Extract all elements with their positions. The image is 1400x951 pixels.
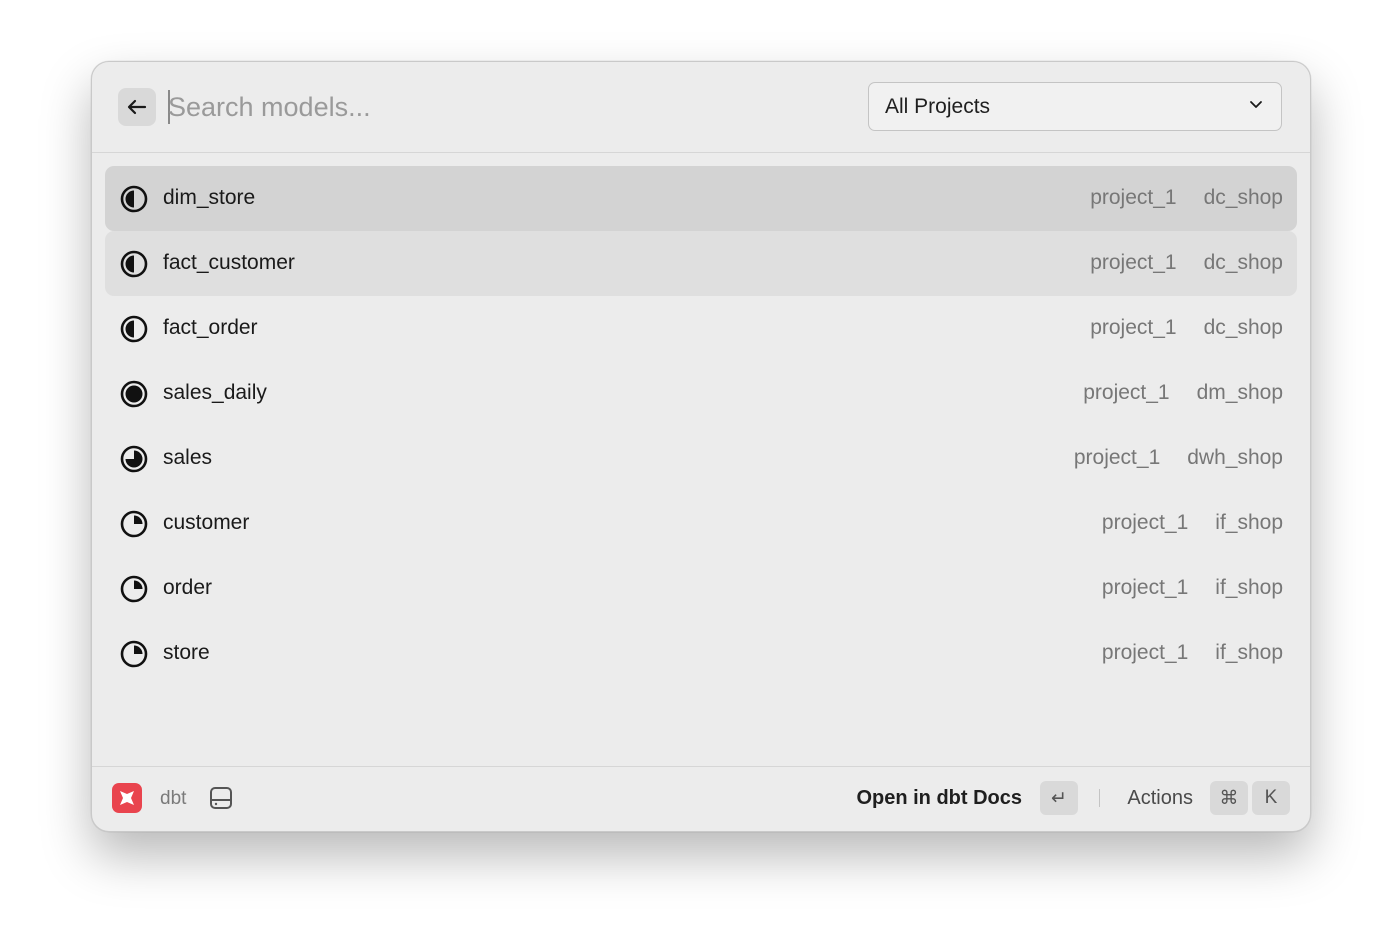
model-row[interactable]: fact_customer project_1 dc_shop	[105, 231, 1297, 296]
model-row[interactable]: sales_daily project_1 dm_shop	[105, 361, 1297, 426]
model-project: project_1	[1090, 316, 1177, 339]
model-project: project_1	[1090, 186, 1177, 209]
model-schema: dm_shop	[1196, 381, 1283, 404]
command-palette-window: All Projects dim_storeproject_1dc_shopfa…	[91, 61, 1311, 832]
model-schema: if_shop	[1215, 511, 1283, 534]
cmd-key-hint: ⌘	[1210, 781, 1248, 815]
model-meta: project_1 if_shop	[1102, 576, 1283, 600]
full-circle-icon	[120, 380, 148, 408]
model-meta: project_1 dwh_shop	[1074, 446, 1283, 470]
model-schema: dwh_shop	[1187, 446, 1283, 469]
extension-name: dbt	[160, 788, 187, 809]
model-row[interactable]: fact_order project_1 dc_shop	[105, 296, 1297, 361]
model-meta: project_1 dc_shop	[1090, 186, 1283, 210]
model-schema: dc_shop	[1203, 186, 1283, 209]
project-filter-dropdown[interactable]: All Projects	[868, 82, 1282, 131]
back-button[interactable]	[118, 88, 156, 126]
model-row[interactable]: sales project_1 dwh_shop	[105, 426, 1297, 491]
enter-key-hint: ↵	[1040, 781, 1078, 815]
model-meta: project_1 if_shop	[1102, 511, 1283, 535]
k-key-hint: K	[1252, 781, 1290, 815]
model-row[interactable]: order project_1 if_shop	[105, 556, 1297, 621]
project-filter-value: All Projects	[885, 95, 991, 118]
footer-separator	[1099, 789, 1100, 807]
model-meta: project_1 dc_shop	[1090, 316, 1283, 340]
three-quarter-circle-icon	[120, 445, 148, 473]
model-schema: dc_shop	[1203, 251, 1283, 274]
model-project: project_1	[1090, 251, 1177, 274]
model-project: project_1	[1073, 446, 1161, 469]
model-schema: dc_shop	[1203, 316, 1283, 339]
search-input[interactable]	[168, 86, 768, 128]
model-name: store	[163, 641, 210, 664]
half-circle-icon	[120, 185, 148, 213]
search-header: All Projects	[92, 62, 1310, 153]
half-circle-icon	[120, 250, 148, 278]
half-circle-icon	[120, 315, 148, 343]
model-project: project_1	[1101, 641, 1189, 664]
quarter-circle-icon	[120, 640, 148, 668]
model-name: sales	[163, 446, 213, 469]
chevron-down-icon	[1250, 101, 1262, 108]
model-schema: if_shop	[1215, 641, 1283, 664]
model-meta: project_1 dc_shop	[1090, 251, 1283, 275]
model-name: sales_daily	[163, 381, 267, 404]
model-name: dim_store	[163, 186, 256, 209]
model-project: project_1	[1083, 381, 1170, 404]
model-project: project_1	[1101, 511, 1189, 534]
model-schema: if_shop	[1215, 576, 1283, 599]
model-name: fact_customer	[163, 251, 295, 274]
dbt-logo	[112, 783, 142, 813]
model-name: order	[163, 576, 213, 599]
model-meta: project_1 dm_shop	[1083, 381, 1283, 405]
model-row[interactable]: store project_1 if_shop	[105, 621, 1297, 686]
action-bar: dbt Open in dbt Docs ↵ Actions ⌘ K	[92, 766, 1310, 831]
quarter-circle-icon	[120, 510, 148, 538]
model-name: fact_order	[163, 316, 258, 339]
model-row[interactable]: customer project_1 if_shop	[105, 491, 1297, 556]
dbt-logo-icon	[120, 791, 134, 805]
open-in-dbt-docs-action[interactable]: Open in dbt Docs	[856, 787, 1022, 810]
model-row[interactable]: dim_store project_1 dc_shop	[105, 166, 1297, 231]
actions-button[interactable]: Actions	[1127, 787, 1193, 810]
model-project: project_1	[1101, 576, 1189, 599]
quarter-circle-icon	[120, 575, 148, 603]
model-list: dim_store project_1 dc_shop fact_customer pr…	[105, 166, 1297, 686]
arrow-left-icon	[127, 99, 147, 115]
model-meta: project_1 if_shop	[1102, 641, 1283, 665]
model-name: customer	[163, 511, 250, 534]
hard-drive-icon	[210, 787, 232, 809]
